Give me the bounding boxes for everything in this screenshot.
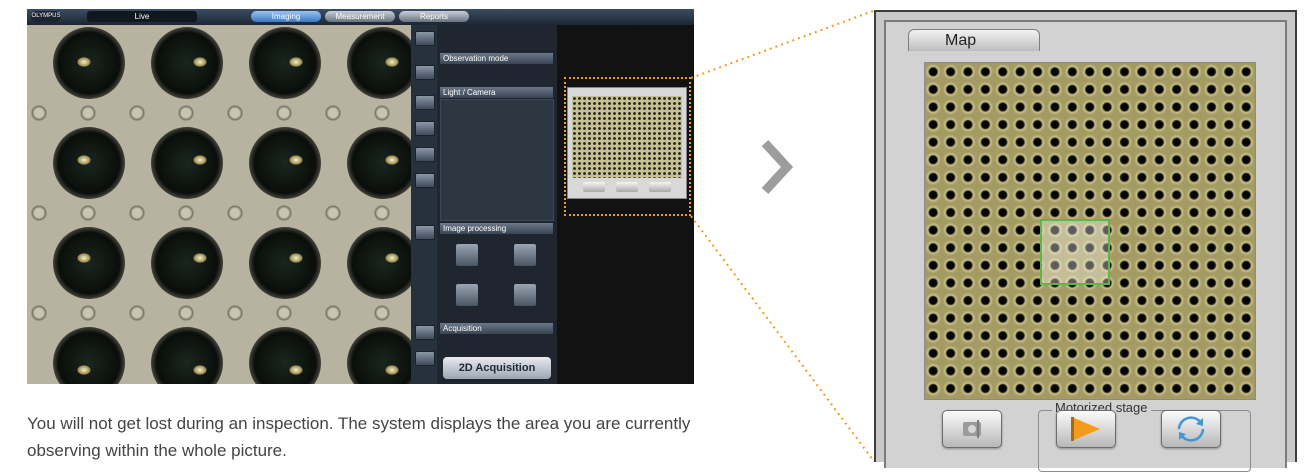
camera-icon <box>963 420 981 438</box>
map-panel-frame: Map Motorized stage <box>884 20 1287 472</box>
refresh-icon <box>1177 416 1205 442</box>
camera-button[interactable] <box>942 410 1002 448</box>
current-view-indicator <box>1040 219 1110 285</box>
tab-map[interactable]: Map <box>908 29 1040 51</box>
connector-bottom <box>690 215 874 461</box>
chevron-right-icon <box>761 139 794 195</box>
connector-top <box>690 10 874 79</box>
refresh-button[interactable] <box>1161 410 1221 448</box>
description-text: You will not get lost during an inspecti… <box>27 414 691 460</box>
map-panel: Map Motorized stage <box>874 10 1297 472</box>
play-icon <box>1071 417 1100 441</box>
play-button[interactable] <box>1056 410 1116 448</box>
